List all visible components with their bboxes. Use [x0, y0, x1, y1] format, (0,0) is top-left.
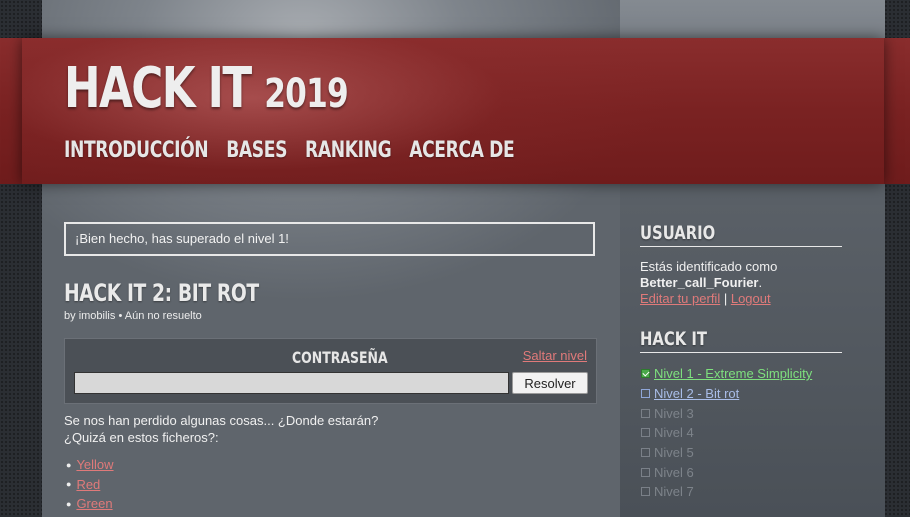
checkbox-empty-icon — [641, 389, 650, 399]
file-link-green[interactable]: Green — [76, 496, 112, 511]
level-item-4: Nivel 4 — [641, 423, 812, 443]
user-heading: USUARIO — [640, 222, 716, 244]
level-item-7: Nivel 7 — [641, 482, 812, 502]
level-item-5: Nivel 5 — [641, 443, 812, 463]
checkbox-checked-icon — [641, 369, 650, 379]
file-link-yellow[interactable]: Yellow — [76, 457, 113, 472]
bullet-icon: ● — [66, 459, 72, 470]
password-input[interactable] — [74, 372, 509, 394]
level-description: Se nos han perdido algunas cosas... ¿Don… — [64, 412, 378, 446]
user-heading-divider — [640, 246, 842, 247]
level-label-4: Nivel 4 — [654, 425, 694, 441]
description-line-1: Se nos han perdido algunas cosas... ¿Don… — [64, 413, 379, 428]
user-info: Estás identificado como Better_call_Four… — [640, 259, 777, 307]
username-line: Better_call_Fourier. — [640, 275, 777, 291]
user-actions-separator: | — [723, 291, 728, 306]
bullet-icon: ● — [66, 498, 72, 509]
checkbox-empty-icon — [641, 448, 650, 458]
level-status: Aún no resuelto — [124, 310, 202, 322]
nav-introduccion[interactable]: INTRODUCCIÓN — [64, 138, 209, 163]
list-item: ● Yellow — [66, 455, 114, 475]
level-label-5: Nivel 5 — [654, 445, 694, 461]
level-meta: by imobilis • Aún no resuelto — [64, 310, 202, 322]
logout-link[interactable]: Logout — [731, 291, 771, 306]
site-title[interactable]: HACK IT 2019 — [64, 52, 349, 131]
checkbox-empty-icon — [641, 428, 650, 438]
success-alert: ¡Bien hecho, has superado el nivel 1! — [64, 222, 595, 256]
nav-bases[interactable]: BASES — [226, 138, 287, 163]
level-label-3: Nivel 3 — [654, 405, 694, 421]
main-nav: INTRODUCCIÓN BASES RANKING ACERCA DE — [64, 138, 532, 163]
user-actions: Editar tu perfil | Logout — [640, 291, 777, 307]
list-item: ● Red — [66, 475, 114, 495]
level-item-3: Nivel 3 — [641, 403, 812, 423]
hackit-heading-divider — [640, 352, 842, 353]
description-line-2: ¿Quizá en estos ficheros?: — [64, 430, 219, 445]
checkbox-empty-icon — [641, 467, 650, 477]
file-list: ● Yellow ● Red ● Green — [66, 455, 114, 514]
author-name: imobilis — [78, 310, 116, 322]
level-label-6: Nivel 6 — [654, 464, 694, 480]
resolve-button[interactable]: Resolver — [512, 372, 588, 394]
checkbox-empty-icon — [641, 408, 650, 418]
level-item-1[interactable]: Nivel 1 - Extreme Simplicity — [641, 364, 812, 384]
author-prefix: by — [64, 310, 76, 322]
skip-level-link[interactable]: Saltar nivel — [523, 348, 587, 363]
level-link-1[interactable]: Nivel 1 - Extreme Simplicity — [654, 366, 812, 381]
level-label-7: Nivel 7 — [654, 484, 694, 500]
alert-message: ¡Bien hecho, has superado el nivel 1! — [75, 231, 289, 246]
level-list: Nivel 1 - Extreme Simplicity Nivel 2 - B… — [641, 364, 812, 502]
checkbox-empty-icon — [641, 487, 650, 497]
password-form: CONTRASEÑA Saltar nivel Resolver — [64, 338, 597, 404]
file-link-red[interactable]: Red — [76, 477, 100, 492]
level-title: HACK IT 2: BIT ROT — [64, 279, 259, 307]
nav-ranking[interactable]: RANKING — [305, 138, 392, 163]
level-item-2[interactable]: Nivel 2 - Bit rot — [641, 384, 812, 404]
list-item: ● Green — [66, 494, 114, 514]
username: Better_call_Fourier — [640, 275, 759, 290]
hackit-heading: HACK IT — [640, 328, 708, 350]
level-item-6: Nivel 6 — [641, 462, 812, 482]
bullet-icon: ● — [66, 479, 72, 490]
site-title-year: 2019 — [264, 71, 348, 117]
password-label: CONTRASEÑA — [292, 348, 388, 367]
level-link-2[interactable]: Nivel 2 - Bit rot — [654, 386, 739, 401]
meta-separator: • — [118, 310, 123, 322]
nav-acerca-de[interactable]: ACERCA DE — [409, 138, 515, 163]
site-title-text: HACK IT — [64, 56, 252, 121]
username-suffix: . — [758, 275, 763, 290]
logged-as-text: Estás identificado como — [640, 259, 778, 274]
edit-profile-link[interactable]: Editar tu perfil — [640, 291, 720, 306]
